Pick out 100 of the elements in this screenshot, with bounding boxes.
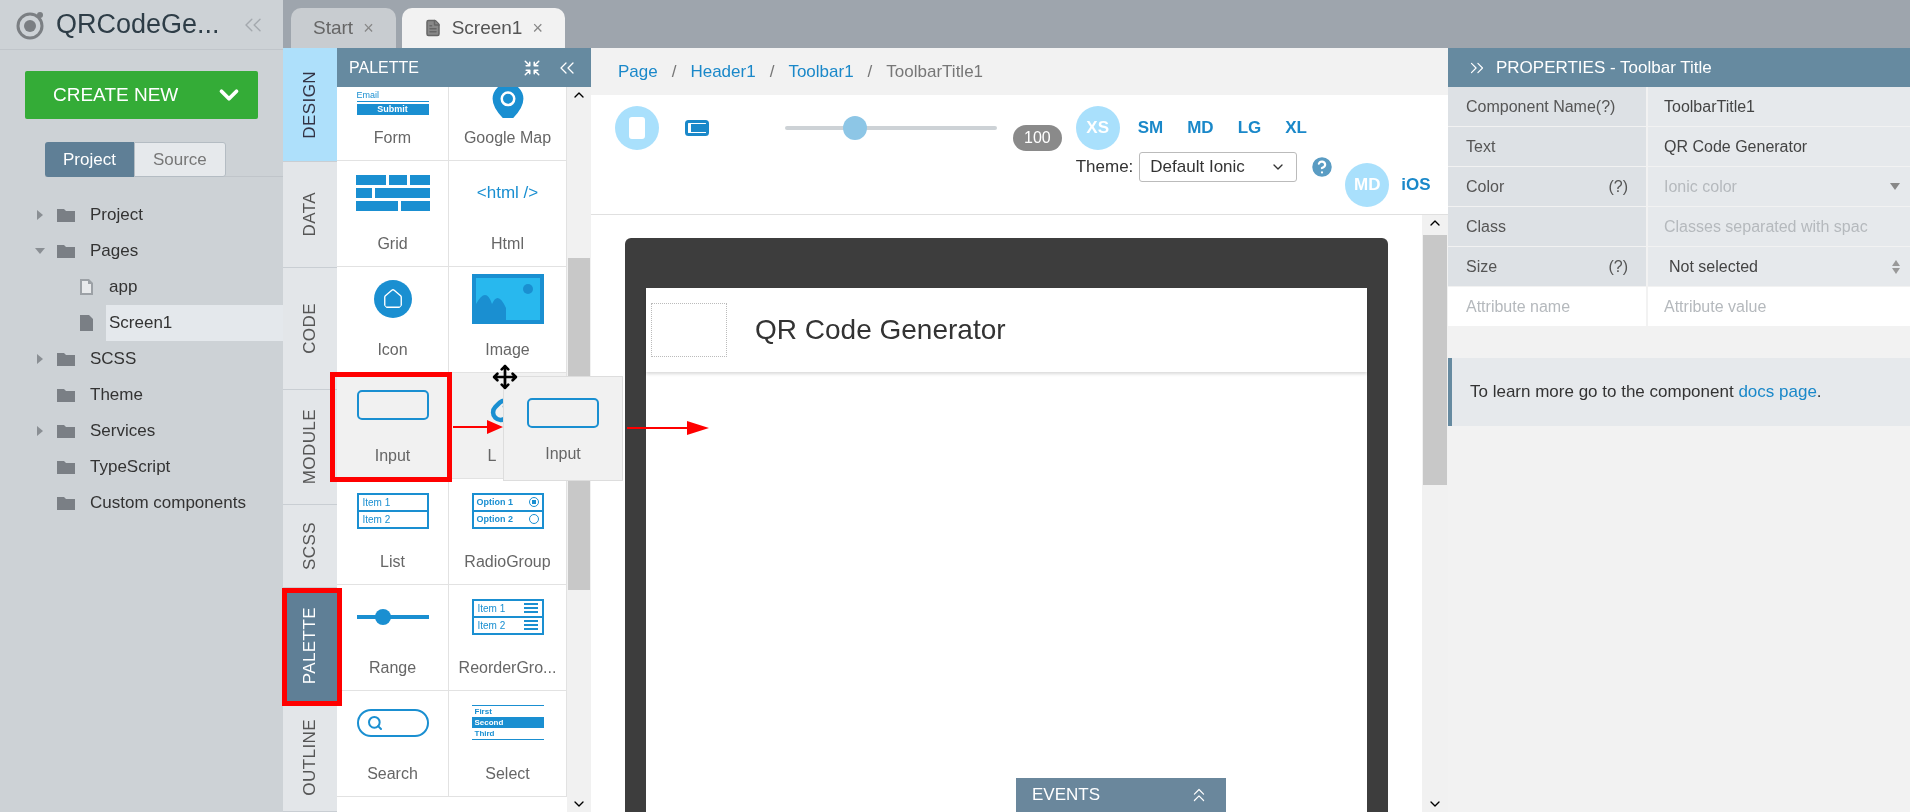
tablet-icon bbox=[685, 120, 709, 136]
breadcrumb-item: ToolbarTitle1 bbox=[886, 60, 984, 83]
tree-item[interactable]: Pages bbox=[90, 238, 139, 264]
zoom-slider-thumb[interactable] bbox=[842, 116, 867, 140]
platform-button[interactable]: iOS bbox=[1401, 162, 1431, 207]
help-mark[interactable]: (?) bbox=[1595, 94, 1616, 119]
tree-item[interactable]: Screen1 bbox=[106, 305, 283, 341]
app-logo-icon bbox=[16, 9, 46, 40]
palette-item[interactable]: Item 1 Item 2 List bbox=[337, 479, 449, 585]
close-tab-icon[interactable]: × bbox=[532, 14, 543, 42]
range-slider-icon bbox=[356, 607, 429, 626]
palette-item[interactable]: Item 1 Item 2 ReorderGro... bbox=[449, 585, 567, 691]
breakpoint-button[interactable]: XL bbox=[1279, 106, 1313, 150]
dropdown-caret-icon bbox=[1890, 183, 1900, 190]
palette-item[interactable]: <html /> Html bbox=[449, 161, 567, 267]
palette-item-label: ReorderGro... bbox=[458, 658, 557, 678]
palette-item[interactable]: Image bbox=[449, 267, 567, 373]
move-cursor-icon bbox=[492, 364, 518, 390]
search-field-icon bbox=[356, 708, 429, 737]
palette-item-label: RadioGroup bbox=[464, 552, 551, 572]
tree-item[interactable]: Custom components bbox=[90, 490, 246, 516]
breadcrumb-item[interactable]: Toolbar1 bbox=[788, 58, 854, 85]
side-tab[interactable]: DESIGN bbox=[283, 48, 337, 162]
breadcrumb-item[interactable]: Header1 bbox=[690, 58, 756, 85]
breakpoint-button[interactable]: SM bbox=[1131, 106, 1170, 150]
expanded-arrow-icon[interactable] bbox=[35, 246, 45, 256]
property-label: Class bbox=[1466, 216, 1506, 237]
annotation-arrow bbox=[453, 420, 503, 434]
tree-item[interactable]: Theme bbox=[90, 382, 143, 408]
create-new-button[interactable]: CREATE NEW bbox=[25, 71, 258, 119]
property-label: Size bbox=[1466, 256, 1498, 277]
html-tag-icon: <html /> bbox=[476, 179, 539, 206]
folder-icon bbox=[57, 460, 75, 474]
editor-tab[interactable]: Screen1 × bbox=[401, 8, 565, 48]
icon-caption: Submit bbox=[356, 104, 429, 115]
tree-item[interactable]: Services bbox=[90, 418, 156, 444]
theme-label: Theme: bbox=[1075, 156, 1134, 179]
project-title: QRCodeGe... bbox=[56, 8, 220, 42]
palette-item[interactable]: Search bbox=[337, 691, 449, 797]
properties-title: PROPERTIES - Toolbar Title bbox=[1496, 56, 1712, 79]
palette-item-label: Range bbox=[368, 658, 417, 678]
palette-item[interactable]: Google Map bbox=[449, 87, 567, 161]
tree-item[interactable]: SCSS bbox=[90, 346, 137, 372]
tree-item[interactable]: TypeScript bbox=[90, 454, 171, 480]
help-mark[interactable]: (?) bbox=[1608, 174, 1628, 199]
folder-icon bbox=[57, 496, 75, 510]
editor-tab[interactable]: Start × bbox=[291, 8, 396, 48]
breadcrumb-separator: / bbox=[867, 60, 873, 83]
icon-caption: Item 2 bbox=[477, 618, 506, 633]
view-toggle[interactable]: Source bbox=[133, 142, 226, 177]
collapsed-arrow-icon[interactable] bbox=[35, 210, 45, 220]
icon-caption: Third bbox=[473, 728, 496, 739]
shrink-icon[interactable] bbox=[523, 58, 541, 77]
icon-caption: Item 2 bbox=[362, 512, 391, 527]
palette-item[interactable]: Email Submit Form bbox=[337, 87, 449, 161]
folder-icon bbox=[57, 352, 75, 366]
scrollbar[interactable] bbox=[1422, 215, 1448, 812]
stepper-icon bbox=[1892, 259, 1900, 274]
collapsed-arrow-icon[interactable] bbox=[35, 426, 45, 436]
docs-link[interactable]: docs page bbox=[1738, 382, 1817, 402]
breakpoint-button[interactable]: MD bbox=[1181, 106, 1220, 150]
folder-icon bbox=[57, 388, 75, 402]
toolbar-title[interactable]: QR Code Generator bbox=[755, 309, 1006, 351]
palette-item-label: Google Map bbox=[463, 128, 552, 148]
help-mark[interactable]: (?) bbox=[1608, 254, 1628, 279]
breadcrumb-item[interactable]: Page bbox=[618, 58, 658, 85]
palette-item-label: Grid bbox=[377, 234, 408, 254]
palette-item-label: Input bbox=[374, 446, 411, 466]
breakpoint-button[interactable]: LG bbox=[1231, 106, 1268, 150]
breadcrumb-separator: / bbox=[671, 60, 677, 83]
events-panel-header[interactable]: EVENTS bbox=[1016, 778, 1226, 812]
tree-item[interactable]: Project bbox=[90, 202, 143, 228]
icon-caption: Option 2 bbox=[476, 512, 513, 526]
property-label: Component Name bbox=[1466, 96, 1596, 117]
icon-caption: Item 1 bbox=[477, 601, 506, 616]
palette-item-label: Image bbox=[485, 340, 530, 360]
file-icon bbox=[423, 19, 442, 37]
info-text: To learn more go to the component docs page. bbox=[1470, 381, 1822, 404]
icon-caption: Item 1 bbox=[362, 495, 391, 510]
palette-item[interactable]: First Second Third Select bbox=[449, 691, 567, 797]
folder-icon bbox=[57, 244, 75, 258]
input-box-icon bbox=[356, 389, 429, 420]
palette-item[interactable]: Grid bbox=[337, 161, 449, 267]
palette-title: PALETTE bbox=[349, 57, 419, 78]
input-box-icon bbox=[527, 398, 599, 428]
palette-item-label: L bbox=[487, 446, 498, 466]
palette-item-label: Select bbox=[485, 764, 530, 784]
collapsed-arrow-icon[interactable] bbox=[35, 354, 45, 364]
home-icon bbox=[373, 279, 412, 318]
palette-item[interactable]: Option 1 Option 2 RadioGroup bbox=[449, 479, 567, 585]
theme-select[interactable]: Default Ionic bbox=[1139, 152, 1298, 182]
icon-caption: Second bbox=[471, 717, 544, 728]
icon-caption: First bbox=[473, 706, 493, 717]
tree-item[interactable]: app bbox=[106, 269, 283, 305]
view-toggle[interactable]: Project bbox=[45, 142, 134, 177]
drag-ghost-label: Input bbox=[545, 444, 581, 464]
grid-icon bbox=[355, 174, 430, 211]
zoom-reading: 100 bbox=[1013, 125, 1062, 151]
folder-icon bbox=[57, 424, 75, 438]
palette-item-label: List bbox=[380, 552, 405, 572]
